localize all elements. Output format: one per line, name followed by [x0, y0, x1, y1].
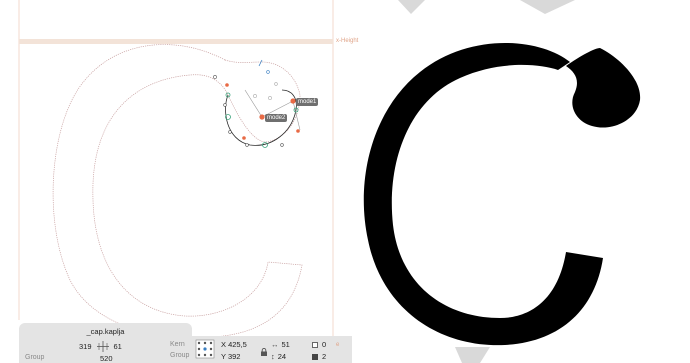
handle-point[interactable] — [223, 103, 227, 107]
nodes-count: 2 — [322, 352, 327, 361]
preview-drop — [566, 48, 641, 128]
node-tag-mode2: mode2 — [265, 114, 288, 122]
height-arrows-icon: ↕ — [271, 352, 275, 361]
width-arrows-icon: ↔ — [271, 340, 279, 349]
paths-stat: 0 — [312, 340, 326, 349]
rsb-value[interactable]: 61 — [114, 342, 122, 351]
filled-square-icon — [312, 353, 318, 360]
glyph-editor-stage: x-Height mode1 mode2 _cap.kaplja 319 61 … — [0, 0, 690, 363]
node-mode1[interactable] — [290, 98, 296, 104]
anchor-point[interactable] — [225, 83, 229, 87]
glyph-outline[interactable] — [52, 44, 303, 339]
transform-panel: Kern Group X 425,5 Y 392 ↔ 51 ↕ 24 0 2 — [154, 336, 352, 363]
height-field-value: 24 — [277, 352, 287, 361]
x-coordinate[interactable]: X 425,5 — [221, 340, 247, 349]
node-mode2[interactable] — [259, 114, 265, 120]
handle-point[interactable] — [245, 143, 249, 147]
handle-point[interactable] — [274, 82, 278, 86]
x-height-band — [19, 39, 333, 44]
handle-point[interactable] — [266, 70, 270, 74]
handle-point[interactable] — [228, 130, 232, 134]
height-field[interactable]: ↕ 24 — [271, 352, 286, 361]
kern-group-label: Group — [170, 352, 190, 359]
handle-point[interactable] — [280, 143, 284, 147]
lsb-value[interactable]: 319 — [79, 342, 92, 351]
node-tag-mode1: mode1 — [296, 98, 319, 106]
anchor-point[interactable] — [242, 136, 246, 140]
width-value[interactable]: 520 — [100, 354, 113, 363]
anchor-point[interactable] — [296, 129, 300, 133]
width-field[interactable]: ↔ 51 — [271, 340, 290, 349]
width-field-value: 51 — [281, 340, 290, 349]
watermark-shape — [520, 0, 575, 14]
reference-point-grid-icon[interactable] — [195, 339, 215, 359]
glyph-name[interactable]: _cap.kaplja — [19, 327, 192, 336]
x-height-label: x-Height — [336, 38, 359, 44]
metrics-sidebearing-icon — [96, 341, 109, 352]
paths-count: 0 — [322, 340, 327, 349]
nodes-stat: 2 — [312, 352, 326, 361]
watermark-shape — [455, 347, 490, 363]
watermark-shape — [398, 0, 425, 14]
y-coordinate[interactable]: Y 392 — [221, 352, 240, 361]
bottom-metric-label: e — [336, 342, 340, 348]
handle-point[interactable] — [213, 75, 217, 79]
handle-point[interactable] — [268, 96, 272, 100]
preview-glyph — [363, 42, 603, 346]
lock-icon[interactable] — [260, 348, 268, 356]
edit-canvas[interactable] — [0, 0, 690, 363]
open-square-icon — [312, 341, 318, 348]
sidebearing-row: 319 61 — [79, 341, 122, 352]
kern-label: Kern — [170, 341, 185, 348]
handle-line — [244, 89, 263, 118]
group-label: Group — [25, 354, 45, 361]
handle-point[interactable] — [253, 94, 257, 98]
tangent-tick — [258, 59, 263, 67]
